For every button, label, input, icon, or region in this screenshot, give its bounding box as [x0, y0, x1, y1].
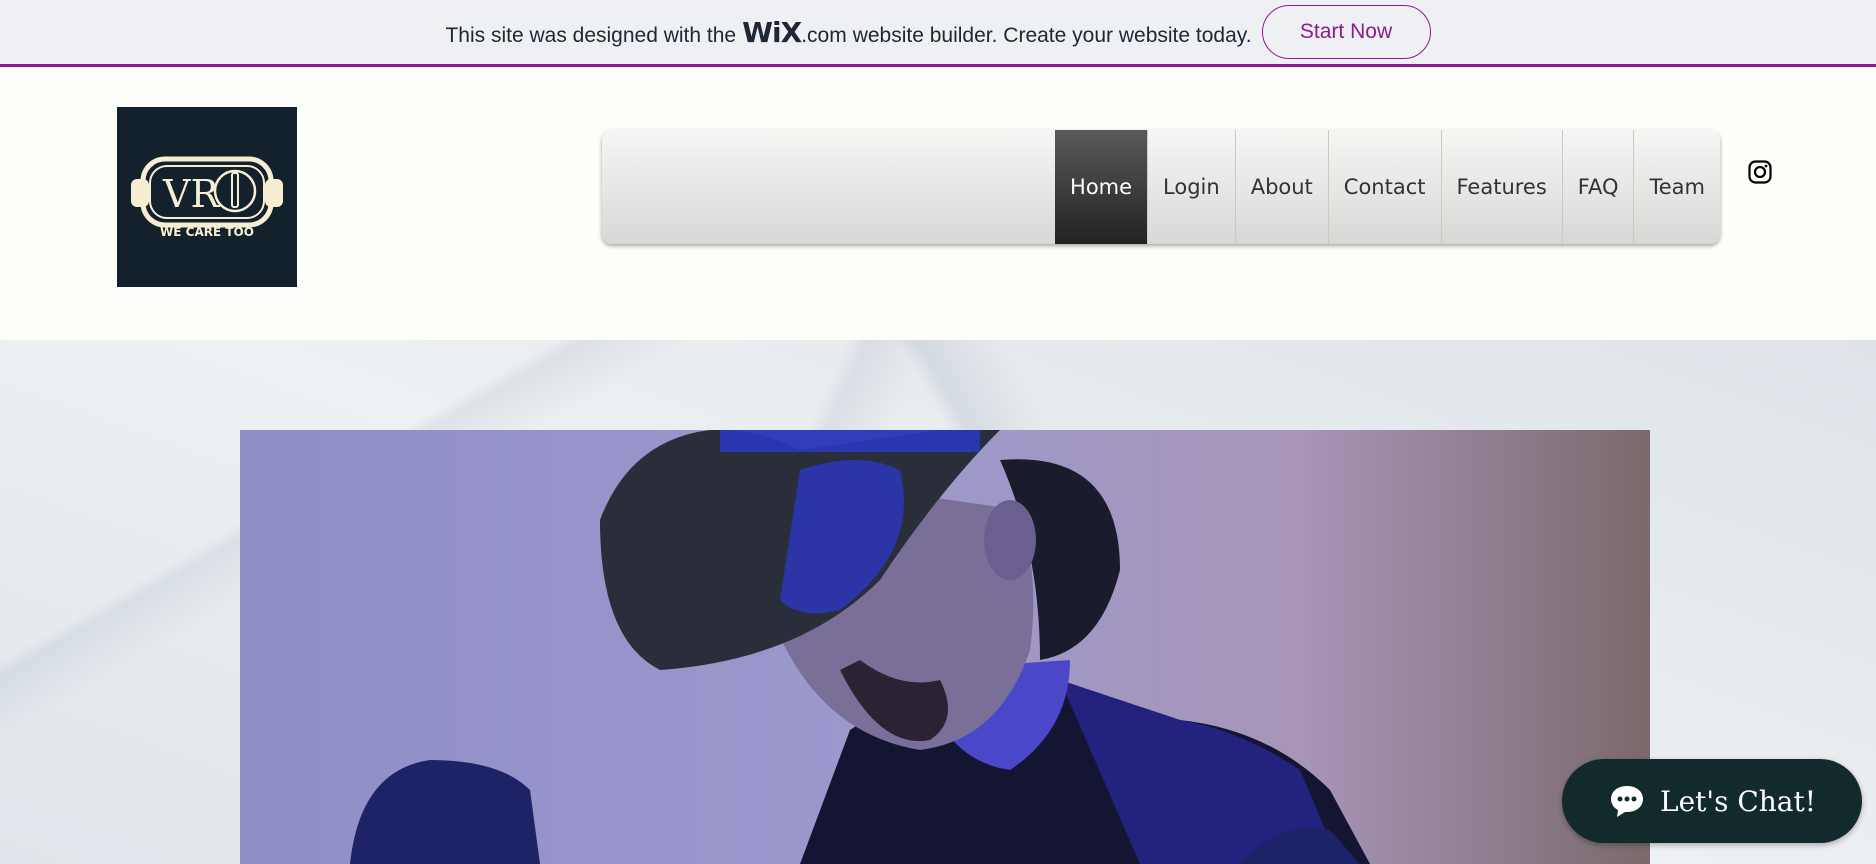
main-nav: Home Login About Contact Features FAQ Te…	[602, 130, 1720, 244]
site-logo[interactable]: VR WE CARE TOO	[117, 107, 297, 287]
nav-item-features[interactable]: Features	[1440, 130, 1562, 244]
instagram-icon[interactable]	[1748, 160, 1772, 184]
hero-image	[240, 430, 1650, 864]
wix-promo-banner: This site was designed with the WiX .com…	[0, 0, 1876, 67]
vr-headset-logo-icon: VR WE CARE TOO	[131, 156, 283, 239]
banner-text-before: This site was designed with the	[445, 23, 737, 47]
nav-item-home[interactable]: Home	[1055, 130, 1148, 244]
wix-logo[interactable]: WiX .com	[742, 16, 847, 49]
chat-bubble-icon	[1610, 786, 1643, 817]
lets-chat-button[interactable]: Let's Chat!	[1562, 759, 1862, 843]
start-now-button[interactable]: Start Now	[1261, 5, 1431, 59]
nav-item-login[interactable]: Login	[1147, 130, 1235, 244]
wix-logo-domain: .com	[801, 23, 847, 47]
vr-user-illustration	[350, 430, 1370, 864]
banner-text-after: website builder. Create your website tod…	[852, 23, 1252, 47]
nav-item-about[interactable]: About	[1234, 130, 1328, 244]
wix-logo-mark: WiX	[742, 15, 802, 49]
chat-label: Let's Chat!	[1659, 784, 1817, 818]
nav-item-faq[interactable]: FAQ	[1561, 130, 1634, 244]
nav-item-team[interactable]: Team	[1633, 130, 1720, 244]
banner-text: This site was designed with the WiX .com…	[445, 16, 1251, 49]
nav-item-contact[interactable]: Contact	[1327, 130, 1441, 244]
logo-tagline: WE CARE TOO	[160, 225, 254, 239]
logo-mark: VR	[162, 172, 220, 216]
